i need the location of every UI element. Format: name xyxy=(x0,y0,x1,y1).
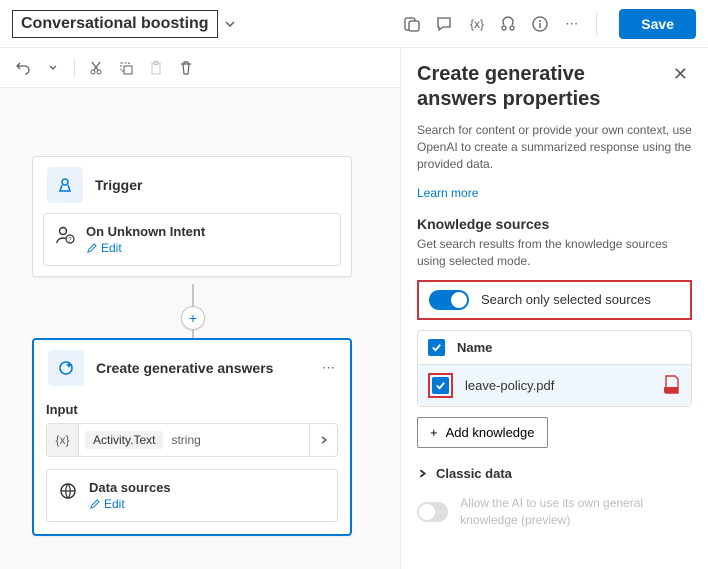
source-list-header: Name xyxy=(418,331,691,365)
close-icon[interactable]: ✕ xyxy=(669,62,692,87)
source-checkbox[interactable] xyxy=(432,377,449,394)
input-type: string xyxy=(171,433,200,447)
node-more-icon[interactable]: ⋯ xyxy=(322,360,336,376)
knowledge-sources-heading: Knowledge sources xyxy=(417,216,692,232)
svg-text:{x}: {x} xyxy=(470,17,484,31)
classic-data-section[interactable]: Classic data xyxy=(417,466,692,481)
expand-input-icon[interactable] xyxy=(309,424,337,456)
delete-icon[interactable] xyxy=(173,55,199,81)
info-icon[interactable] xyxy=(530,14,550,34)
chevron-down-icon[interactable] xyxy=(224,18,236,30)
analytics-icon[interactable] xyxy=(498,14,518,34)
trigger-title: Trigger xyxy=(95,177,142,193)
data-sources-edit-link[interactable]: Edit xyxy=(89,497,171,511)
input-expression[interactable]: {x} Activity.Text string xyxy=(46,423,338,457)
trigger-node[interactable]: Trigger ? On Unknown Intent Edit xyxy=(32,156,352,277)
trigger-inner[interactable]: ? On Unknown Intent Edit xyxy=(43,213,341,266)
generative-answers-node[interactable]: Create generative answers ⋯ Input {x} Ac… xyxy=(32,338,352,536)
gen-title: Create generative answers xyxy=(96,360,273,376)
cut-icon[interactable] xyxy=(83,55,109,81)
topic-title[interactable]: Conversational boosting xyxy=(12,10,218,38)
learn-more-link[interactable]: Learn more xyxy=(417,186,478,200)
fx-icon: {x} xyxy=(47,424,79,456)
paste-icon xyxy=(143,55,169,81)
allow-general-knowledge-toggle xyxy=(417,502,448,522)
source-row[interactable]: leave-policy.pdf xyxy=(418,365,691,406)
knowledge-source-list: Name leave-policy.pdf xyxy=(417,330,692,407)
divider xyxy=(596,13,597,35)
data-sources-box[interactable]: Data sources Edit xyxy=(46,469,338,522)
add-knowledge-button[interactable]: + Add knowledge xyxy=(417,417,548,448)
properties-panel: Create generative answers properties ✕ S… xyxy=(400,48,708,569)
add-node-button[interactable]: + xyxy=(181,306,205,330)
copilot-icon[interactable] xyxy=(402,14,422,34)
save-button[interactable]: Save xyxy=(619,9,696,39)
variables-icon[interactable]: {x} xyxy=(466,14,486,34)
undo-icon[interactable] xyxy=(10,55,36,81)
search-selected-label: Search only selected sources xyxy=(481,292,651,307)
allow-general-knowledge-row: Allow the AI to use its own general know… xyxy=(417,495,692,529)
pdf-icon xyxy=(663,375,681,395)
input-value-pill: Activity.Text xyxy=(85,431,163,449)
search-selected-toggle[interactable] xyxy=(429,290,469,310)
plus-icon: + xyxy=(430,425,438,440)
data-sources-label: Data sources xyxy=(89,480,171,495)
sparkle-icon xyxy=(48,350,84,386)
trigger-icon xyxy=(47,167,83,203)
trigger-event-label: On Unknown Intent xyxy=(86,224,205,239)
canvas: Trigger ? On Unknown Intent Edit + xyxy=(0,48,400,569)
person-unknown-icon: ? xyxy=(54,224,76,246)
panel-title: Create generative answers properties xyxy=(417,62,669,112)
column-name: Name xyxy=(457,340,492,355)
copy-icon[interactable] xyxy=(113,55,139,81)
more-icon[interactable]: ⋯ xyxy=(562,14,582,34)
classic-data-label: Classic data xyxy=(436,466,512,481)
allow-general-knowledge-label: Allow the AI to use its own general know… xyxy=(460,495,692,529)
trigger-edit-link[interactable]: Edit xyxy=(86,241,205,255)
top-header: Conversational boosting {x} ⋯ Save xyxy=(0,0,708,48)
input-section-label: Input xyxy=(46,402,338,417)
undo-chevron-icon[interactable] xyxy=(40,55,66,81)
globe-icon xyxy=(57,480,79,502)
search-selected-toggle-row: Search only selected sources xyxy=(417,280,692,320)
comment-icon[interactable] xyxy=(434,14,454,34)
canvas-toolbar xyxy=(0,48,400,88)
knowledge-sources-desc: Get search results from the knowledge so… xyxy=(417,236,692,270)
panel-description: Search for content or provide your own c… xyxy=(417,122,692,172)
select-all-checkbox[interactable] xyxy=(428,339,445,356)
source-file-name: leave-policy.pdf xyxy=(465,378,554,393)
